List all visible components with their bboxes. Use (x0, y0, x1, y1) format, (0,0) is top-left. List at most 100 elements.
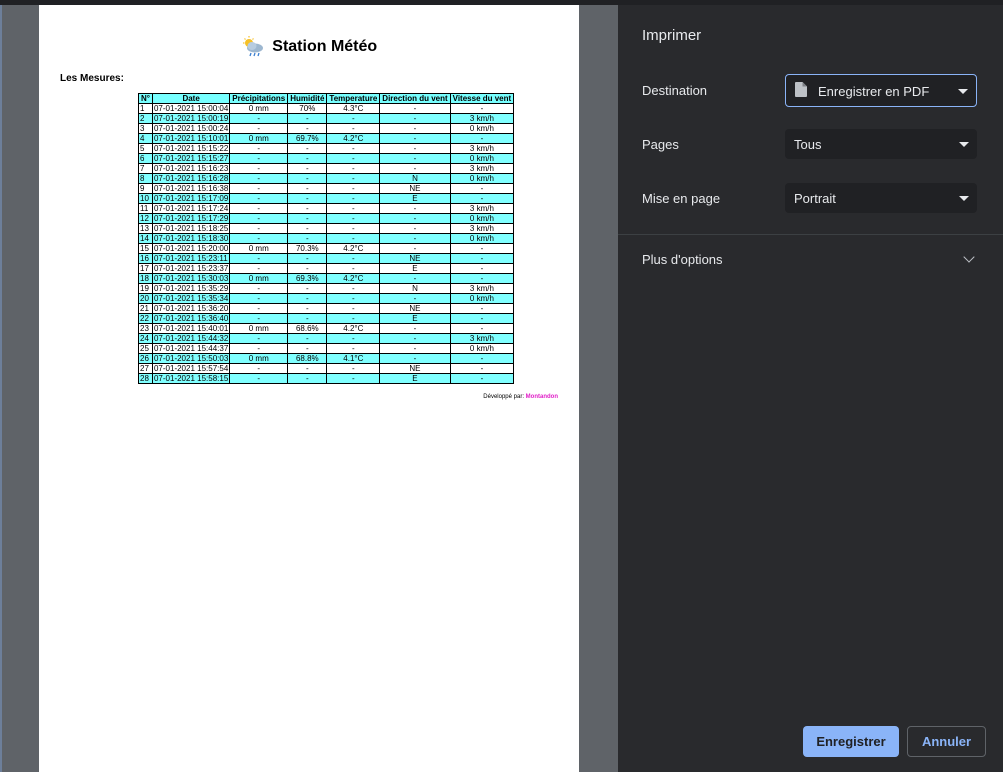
preview-edge (0, 0, 2, 772)
table-cell: - (449, 103, 515, 114)
table-cell: - (449, 263, 515, 274)
table-cell: 0 mm (229, 133, 289, 144)
table-cell: - (326, 363, 381, 374)
table-cell: 4.2°C (326, 133, 381, 144)
layout-select[interactable]: Portrait (785, 183, 977, 213)
table-cell: 26 (138, 353, 153, 364)
file-icon (795, 82, 807, 97)
table-cell: - (379, 243, 451, 254)
table-cell: - (229, 143, 289, 154)
table-row: 18 07-01-2021 15:30:03 0 mm 69.3% 4.2°C - - (138, 273, 515, 284)
table-cell: 2 (138, 113, 153, 124)
table-row: 26 07-01-2021 15:50:03 0 mm 68.8% 4.1°C - - (138, 353, 515, 364)
destination-select[interactable]: Enregistrer en PDF (785, 74, 977, 107)
table-cell: - (287, 253, 328, 264)
print-preview-area[interactable]: Station Météo Les Mesures: N° Date Précipi… (0, 0, 618, 772)
table-cell: 28 (138, 373, 153, 384)
destination-value: Enregistrer en PDF (818, 84, 930, 99)
table-cell: - (379, 163, 451, 174)
table-cell: 07-01-2021 15:35:29 (151, 283, 231, 294)
pages-select[interactable]: Tous (785, 129, 977, 159)
table-row: 23 07-01-2021 15:40:01 0 mm 68.6% 4.2°C - - (138, 323, 515, 334)
pages-value: Tous (794, 137, 822, 152)
developer-credit: Développé par: Montandon (483, 394, 558, 400)
table-cell: - (326, 183, 381, 194)
table-cell: 15 (138, 243, 153, 254)
table-cell: - (326, 283, 381, 294)
table-cell: E (379, 263, 451, 274)
table-cell: - (326, 233, 381, 244)
table-cell: 11 (138, 203, 153, 214)
table-cell: - (379, 273, 451, 284)
table-row: 24 07-01-2021 15:44:32- - - -3 km/h (138, 333, 515, 344)
table-cell: - (229, 333, 289, 344)
table-cell: - (449, 193, 515, 204)
table-cell: 0 mm (229, 103, 289, 114)
table-cell: - (449, 373, 515, 384)
chevron-down-icon[interactable] (963, 251, 975, 263)
table-cell: 70.3% (287, 243, 328, 254)
table-row: 19 07-01-2021 15:35:29- - - N 3 km/h (138, 283, 515, 294)
table-cell: - (287, 193, 328, 204)
table-cell: - (379, 203, 451, 214)
table-row: 28 07-01-2021 15:58:15- - - E - (138, 373, 515, 384)
cancel-button[interactable]: Annuler (907, 726, 986, 757)
save-button[interactable]: Enregistrer (803, 726, 899, 757)
panel-title: Imprimer (642, 27, 702, 44)
table-cell: - (449, 353, 515, 364)
table-cell: - (449, 133, 515, 144)
weather-rain-sun-icon (242, 36, 263, 57)
table-cell: - (287, 113, 328, 124)
table-cell: - (326, 313, 381, 324)
table-cell: N (379, 173, 451, 184)
table-cell: - (229, 173, 289, 184)
table-cell: - (379, 123, 451, 134)
table-cell: 4.1°C (326, 353, 381, 364)
table-cell: - (326, 163, 381, 174)
table-cell: 07-01-2021 15:20:00 (151, 243, 231, 254)
table-cell: - (229, 183, 289, 194)
table-cell: - (229, 253, 289, 264)
table-cell: - (449, 243, 515, 254)
table-cell: 10 (138, 193, 153, 204)
table-cell: 20 (138, 293, 153, 304)
table-cell: 0 km/h (449, 293, 515, 304)
table-cell: - (326, 303, 381, 314)
table-cell: - (326, 293, 381, 304)
table-cell: 07-01-2021 15:18:30 (151, 233, 231, 244)
table-cell: - (229, 283, 289, 294)
table-cell: - (379, 103, 451, 114)
table-cell: - (379, 323, 451, 334)
table-cell: 0 km/h (449, 343, 515, 354)
table-cell: - (229, 263, 289, 274)
table-cell: NE (379, 363, 451, 374)
table-cell: 07-01-2021 15:00:19 (151, 113, 231, 124)
page-title: Station Météo (39, 35, 579, 59)
more-options-toggle[interactable]: Plus d'options (642, 252, 723, 267)
table-cell: - (287, 283, 328, 294)
table-cell: - (379, 143, 451, 154)
table-cell: 07-01-2021 15:57:54 (151, 363, 231, 374)
table-cell: - (326, 373, 381, 384)
table-cell: 07-01-2021 15:15:22 (151, 143, 231, 154)
table-cell: - (229, 203, 289, 214)
table-cell: 3 km/h (449, 163, 515, 174)
table-cell: - (229, 233, 289, 244)
table-row: 25 07-01-2021 15:44:37- - - -0 km/h (138, 343, 515, 354)
table-cell: 70% (287, 103, 328, 114)
table-cell: 68.6% (287, 323, 328, 334)
table-cell: 0 mm (229, 243, 289, 254)
table-cell: 4 (138, 133, 153, 144)
table-cell: - (287, 153, 328, 164)
table-cell: 3 km/h (449, 283, 515, 294)
table-cell: - (287, 123, 328, 134)
table-cell: - (326, 113, 381, 124)
table-cell: - (449, 323, 515, 334)
table-cell: 07-01-2021 15:30:03 (151, 273, 231, 284)
table-cell: - (229, 303, 289, 314)
table-cell: 4.2°C (326, 243, 381, 254)
table-cell: 18 (138, 273, 153, 284)
table-cell: 07-01-2021 15:00:24 (151, 123, 231, 134)
table-cell: 07-01-2021 15:16:23 (151, 163, 231, 174)
credit-prefix: Développé par: (483, 394, 524, 400)
